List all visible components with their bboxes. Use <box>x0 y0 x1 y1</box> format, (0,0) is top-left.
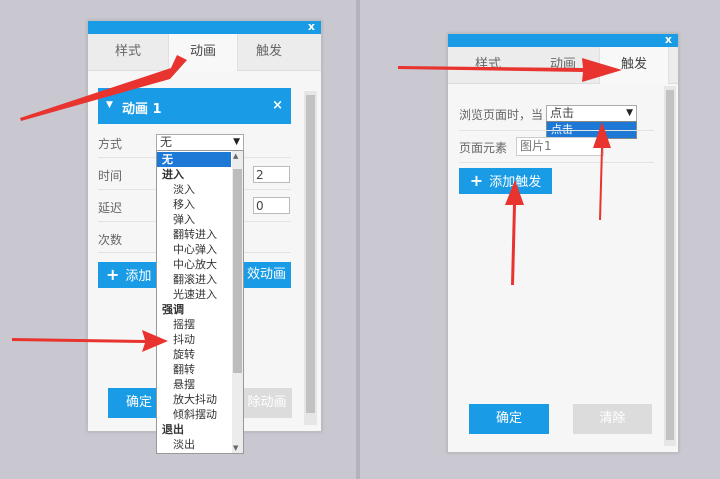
annotation-arrows <box>12 55 622 352</box>
arrow-to-animation-tab <box>20 55 187 121</box>
arrow-to-click-option <box>593 122 611 220</box>
arrow-to-shake-item <box>12 330 168 352</box>
arrow-to-add-trigger <box>505 180 524 285</box>
arrow-to-trigger-tab <box>398 58 622 82</box>
